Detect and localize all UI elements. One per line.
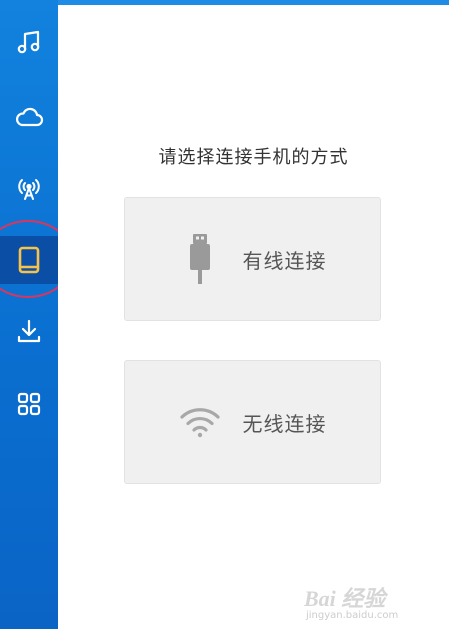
sidebar-item-download[interactable] — [0, 307, 58, 355]
usb-cable-icon — [179, 232, 221, 286]
broadcast-tower-icon — [18, 179, 40, 200]
wifi-icon — [179, 405, 221, 439]
watermark-url: jingyan.baidu.com — [306, 610, 399, 621]
wired-connection-button[interactable]: 有线连接 — [124, 197, 381, 321]
sidebar-item-apps[interactable] — [0, 380, 58, 428]
sidebar-item-device[interactable] — [0, 236, 58, 284]
watermark-logo: Bai 经验 — [304, 586, 386, 611]
music-note-icon — [17, 30, 40, 54]
wireless-connection-button[interactable]: 无线连接 — [124, 360, 381, 484]
sidebar-item-signal[interactable] — [0, 164, 58, 212]
sidebar-item-cloud[interactable] — [0, 93, 58, 141]
download-icon — [17, 319, 41, 343]
cloud-icon — [15, 107, 44, 127]
main-panel: 请选择连接手机的方式 有线连接 无线连接 Bai 经验 jingyan.baid… — [58, 5, 449, 629]
wired-connection-label: 有线连接 — [242, 248, 327, 273]
sidebar-item-music[interactable] — [0, 18, 58, 66]
sidebar — [0, 0, 58, 629]
apps-grid-icon — [17, 392, 41, 416]
wireless-connection-label: 无线连接 — [242, 411, 327, 436]
baidu-watermark: Bai 经验 jingyan.baidu.com — [304, 581, 419, 621]
connection-prompt: 请选择连接手机的方式 — [158, 147, 349, 168]
app-window: 请选择连接手机的方式 有线连接 无线连接 Bai 经验 jingyan.baid… — [0, 0, 449, 629]
tablet-icon — [18, 246, 40, 274]
